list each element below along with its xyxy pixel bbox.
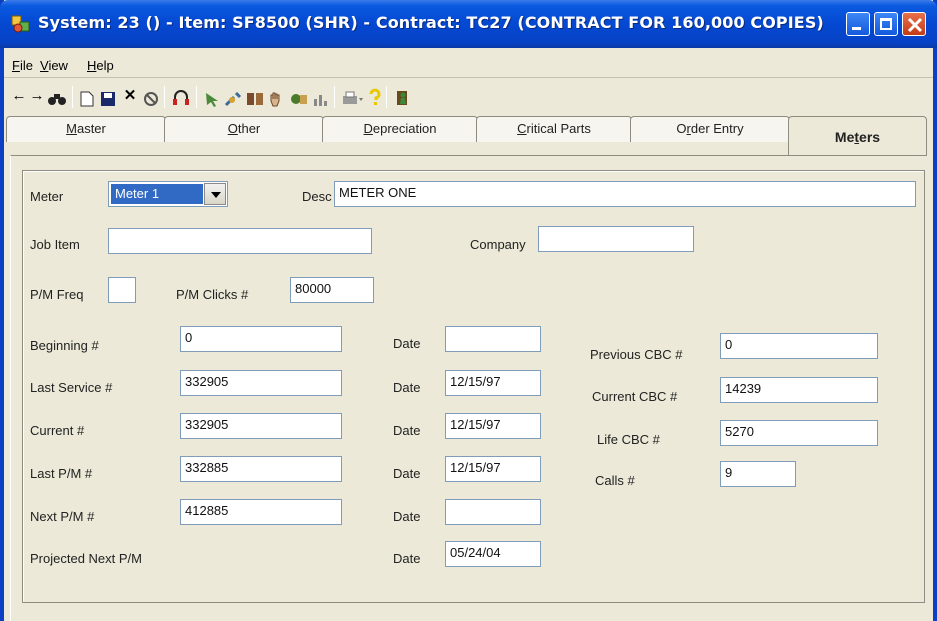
tab-order-entry[interactable]: Order Entry xyxy=(630,116,790,142)
projected-date-label: Date xyxy=(393,551,421,566)
last-pm-field[interactable]: 332885 xyxy=(180,456,342,482)
toolbar-separator xyxy=(164,86,165,108)
next-pm-date-field[interactable] xyxy=(445,499,541,525)
toolbar: ← → ✕ xyxy=(4,80,933,116)
calls-label: Calls # xyxy=(595,473,635,488)
meter-label: Meter xyxy=(30,189,64,204)
life-cbc-field[interactable]: 5270 xyxy=(720,420,878,446)
menu-help[interactable]: Help xyxy=(87,58,114,73)
headset-icon[interactable] xyxy=(172,88,190,108)
parts-icon[interactable] xyxy=(290,89,308,109)
tools-icon[interactable] xyxy=(224,89,242,109)
hand-icon[interactable] xyxy=(268,89,284,109)
toolbar-separator xyxy=(196,86,197,108)
pm-freq-label: P/M Freq xyxy=(30,287,84,302)
current-cbc-field[interactable]: 14239 xyxy=(720,377,878,403)
meter-select[interactable]: Meter 1 xyxy=(108,181,228,207)
next-pm-label: Next P/M # xyxy=(30,509,95,524)
tab-critical-parts[interactable]: Critical Parts xyxy=(476,116,632,142)
job-item-label: Job Item xyxy=(30,237,80,252)
exit-icon[interactable] xyxy=(394,88,412,108)
tab-master[interactable]: Master xyxy=(6,116,166,142)
current-label: Current # xyxy=(30,423,85,438)
last-pm-label: Last P/M # xyxy=(30,466,93,481)
last-service-date-label: Date xyxy=(393,380,421,395)
close-button[interactable] xyxy=(902,12,926,36)
menu-bar: File View Help xyxy=(4,48,933,78)
binoculars-icon[interactable] xyxy=(48,89,66,109)
last-service-label: Last Service # xyxy=(30,380,113,395)
last-service-field[interactable]: 332905 xyxy=(180,370,342,396)
meter-select-value: Meter 1 xyxy=(111,184,203,204)
tab-strip: Master Other Depreciation Critical Parts… xyxy=(4,116,933,156)
previous-cbc-field[interactable]: 0 xyxy=(720,333,878,359)
current-field[interactable]: 332905 xyxy=(180,413,342,439)
toolbar-separator xyxy=(386,86,387,108)
tab-depreciation[interactable]: Depreciation xyxy=(322,116,478,142)
last-pm-date-label: Date xyxy=(393,466,421,481)
company-label: Company xyxy=(470,237,526,252)
chevron-down-icon[interactable] xyxy=(204,183,226,205)
beginning-date-field[interactable] xyxy=(445,326,541,352)
tab-other[interactable]: Other xyxy=(164,116,324,142)
last-pm-date-field[interactable]: 12/15/97 xyxy=(445,456,541,482)
menu-view[interactable]: View xyxy=(40,58,68,73)
help-icon[interactable] xyxy=(368,88,382,108)
chart-icon[interactable] xyxy=(312,89,328,109)
toolbar-separator xyxy=(334,86,335,108)
calls-field[interactable]: 9 xyxy=(720,461,796,487)
minimize-button[interactable] xyxy=(846,12,870,36)
delete-icon[interactable]: ✕ xyxy=(122,86,138,106)
next-pm-field[interactable]: 412885 xyxy=(180,499,342,525)
title-bar[interactable]: System: 23 () - Item: SF8500 (SHR) - Con… xyxy=(0,0,937,48)
next-pm-date-label: Date xyxy=(393,509,421,524)
window-title: System: 23 () - Item: SF8500 (SHR) - Con… xyxy=(38,13,824,32)
cancel-icon[interactable] xyxy=(143,89,159,109)
pm-clicks-label: P/M Clicks # xyxy=(176,287,249,302)
app-icon xyxy=(11,15,30,33)
maximize-button[interactable] xyxy=(874,12,898,36)
current-cbc-label: Current CBC # xyxy=(592,389,678,404)
pointer-icon[interactable] xyxy=(204,89,220,109)
pm-clicks-field[interactable]: 80000 xyxy=(290,277,374,303)
company-field[interactable] xyxy=(538,226,694,252)
application-window: System: 23 () - Item: SF8500 (SHR) - Con… xyxy=(0,0,937,621)
beginning-field[interactable]: 0 xyxy=(180,326,342,352)
job-item-field[interactable] xyxy=(108,228,372,254)
beginning-label: Beginning # xyxy=(30,338,99,353)
printer-icon[interactable] xyxy=(342,89,364,109)
projected-next-pm-label: Projected Next P/M xyxy=(30,551,142,566)
desc-field[interactable]: METER ONE xyxy=(334,181,916,207)
last-service-date-field[interactable]: 12/15/97 xyxy=(445,370,541,396)
new-document-icon[interactable] xyxy=(80,89,94,109)
previous-cbc-label: Previous CBC # xyxy=(590,347,683,362)
forward-arrow-icon[interactable]: → xyxy=(28,86,46,106)
save-icon[interactable] xyxy=(100,89,116,109)
close-icon xyxy=(907,17,923,33)
book-icon[interactable] xyxy=(246,89,264,109)
toolbar-separator xyxy=(72,86,73,108)
back-arrow-icon[interactable]: ← xyxy=(10,86,28,106)
pm-freq-field[interactable] xyxy=(108,277,136,303)
current-date-field[interactable]: 12/15/97 xyxy=(445,413,541,439)
life-cbc-label: Life CBC # xyxy=(597,432,660,447)
tab-meters[interactable]: Meters xyxy=(788,116,927,156)
current-date-label: Date xyxy=(393,423,421,438)
projected-date-field[interactable]: 05/24/04 xyxy=(445,541,541,567)
menu-file[interactable]: File xyxy=(12,58,33,73)
beginning-date-label: Date xyxy=(393,336,421,351)
desc-label: Desc xyxy=(302,189,332,204)
